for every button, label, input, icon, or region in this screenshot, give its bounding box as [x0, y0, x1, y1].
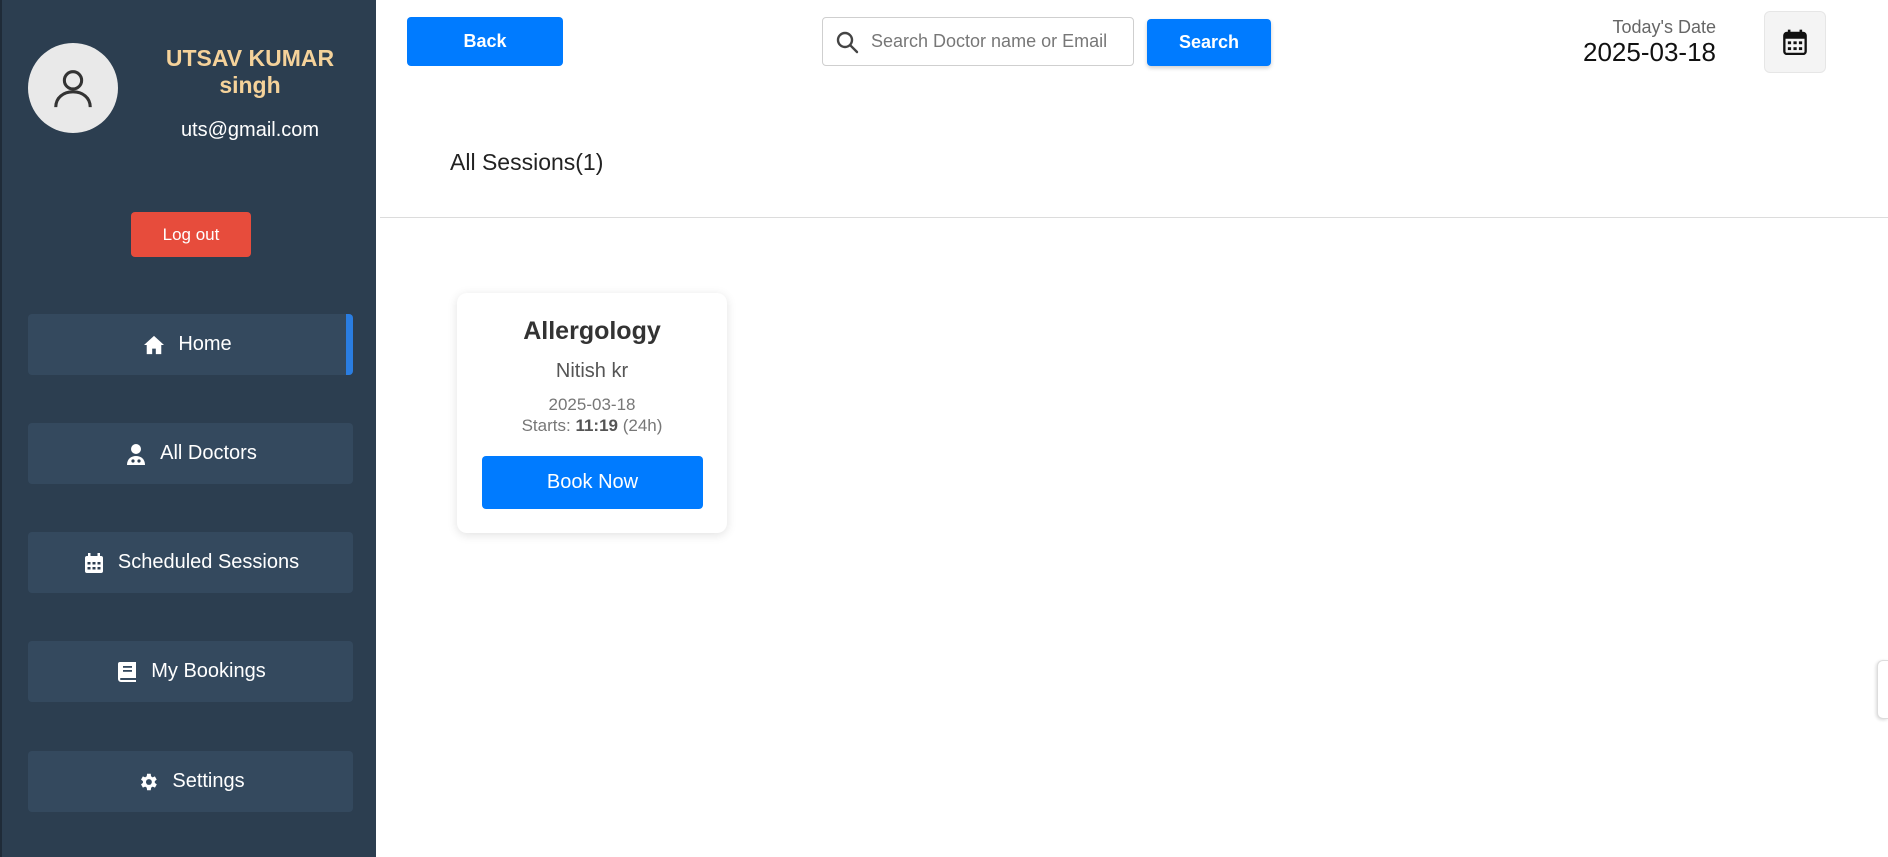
- sidebar-item-label: My Bookings: [151, 660, 266, 682]
- sidebar-item-label: Home: [178, 333, 232, 355]
- session-card: Allergology Nitish kr 2025-03-18 Starts:…: [457, 293, 727, 533]
- sidebar-item-label: Scheduled Sessions: [117, 551, 300, 573]
- user-email: uts@gmail.com: [180, 119, 320, 141]
- session-title: Allergology: [523, 317, 661, 345]
- book-now-button[interactable]: Book Now: [482, 456, 703, 509]
- user-icon: [54, 70, 92, 108]
- session-start-prefix: Starts:: [521, 416, 576, 435]
- session-start-time: Starts: 11:19 (24h): [457, 416, 727, 436]
- search-icon: [823, 18, 871, 65]
- book-icon: [115, 660, 139, 684]
- user-name-line1: UTSAV KUMAR: [165, 45, 335, 71]
- search-button[interactable]: Search: [1147, 19, 1271, 66]
- session-date: 2025-03-18: [548, 395, 636, 414]
- divider: [380, 217, 1888, 218]
- sidebar-item-my-bookings[interactable]: My Bookings: [28, 641, 353, 702]
- search-box: [822, 17, 1134, 66]
- sidebar-item-scheduled-sessions[interactable]: Scheduled Sessions: [28, 532, 353, 593]
- session-doctor: Nitish kr: [555, 360, 629, 382]
- gear-icon: [136, 770, 160, 794]
- sidebar-item-all-doctors[interactable]: All Doctors: [28, 423, 353, 484]
- sidebar-item-label: Settings: [172, 770, 245, 792]
- calendar-button[interactable]: [1764, 11, 1826, 73]
- search-input[interactable]: [871, 31, 1111, 52]
- sidebar-item-label: All Doctors: [160, 442, 257, 464]
- calendar-icon: [1783, 29, 1807, 55]
- sidebar-item-settings[interactable]: Settings: [28, 751, 353, 812]
- back-button[interactable]: Back: [407, 17, 563, 66]
- session-time: 11:19: [575, 416, 618, 435]
- page-title: All Sessions(1): [450, 149, 604, 175]
- todays-date-value: 2025-03-18: [1583, 37, 1716, 67]
- sidebar-item-home[interactable]: Home: [28, 314, 353, 375]
- doctor-icon: [124, 442, 148, 466]
- calendar-icon: [82, 551, 106, 575]
- todays-date-label: Today's Date: [1612, 17, 1717, 37]
- sidebar: UTSAV KUMAR singh uts@gmail.com Log out …: [0, 0, 376, 857]
- session-time-suffix: (24h): [617, 416, 663, 435]
- avatar: [28, 43, 118, 133]
- logout-button[interactable]: Log out: [131, 212, 251, 257]
- side-panel-tab[interactable]: [1877, 660, 1888, 719]
- user-name-line2: singh: [219, 72, 281, 98]
- home-icon: [142, 333, 166, 357]
- user-name: UTSAV KUMAR singh: [142, 45, 358, 99]
